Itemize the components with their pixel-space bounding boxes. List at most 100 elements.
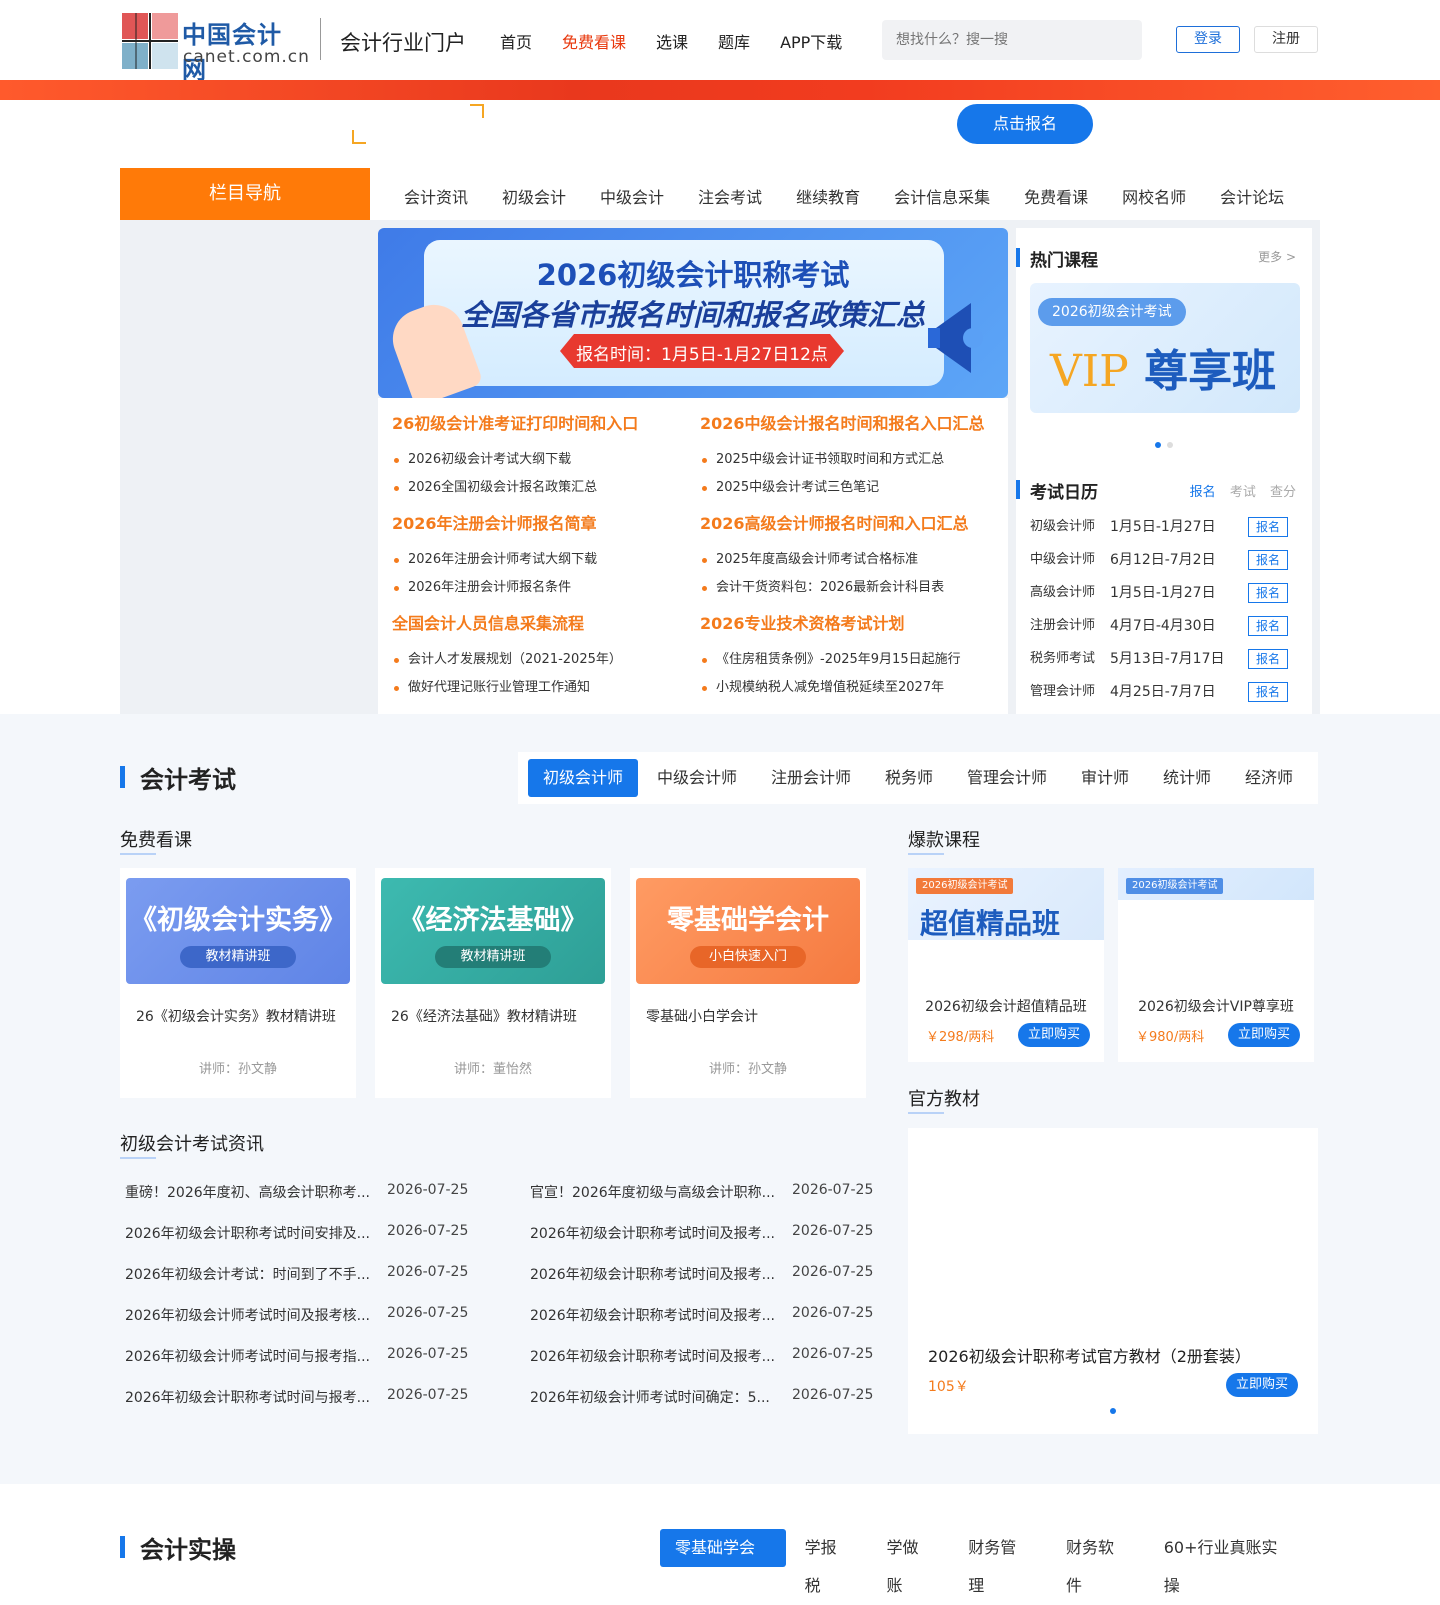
exam-tab[interactable]: 税务师: [870, 759, 948, 797]
carousel-dot[interactable]: [1167, 442, 1173, 448]
exam-news-date: 2026-07-25: [792, 1346, 874, 1362]
calendar-signup-button[interactable]: 报名: [1248, 583, 1288, 603]
buy-now-button[interactable]: 立即购买: [1226, 1373, 1298, 1397]
search-input[interactable]: [882, 20, 1142, 60]
catnav-item[interactable]: 免费看课: [1024, 184, 1088, 208]
news-link[interactable]: 会计干货资料包：2026最新会计科目表: [700, 574, 1000, 602]
official-book-card[interactable]: 2026初级会计职称考试官方教材（2册套装） 105￥ 立即购买: [908, 1128, 1318, 1434]
topnav-app-download[interactable]: APP下载: [780, 29, 842, 53]
calendar-tab-score[interactable]: 查分: [1270, 485, 1296, 500]
exam-tab[interactable]: 管理会计师: [952, 759, 1062, 797]
exam-news-date: 2026-07-25: [387, 1387, 469, 1403]
exam-news-link[interactable]: 2026年初级会计职称考试时间及报考...: [530, 1264, 775, 1284]
news-link[interactable]: 小规模纳税人减免增值税延续至2027年: [700, 674, 1000, 702]
calendar-signup-button[interactable]: 报名: [1248, 550, 1288, 570]
news-link[interactable]: 2026全国初级会计报名政策汇总: [392, 474, 692, 502]
catnav-item[interactable]: 会计论坛: [1220, 184, 1284, 208]
exam-news-date: 2026-07-25: [792, 1264, 874, 1280]
topnav-free-courses[interactable]: 免费看课: [562, 29, 626, 53]
register-button[interactable]: 注册: [1254, 26, 1318, 53]
exam-news-link[interactable]: 2026年初级会计考试：时间到了不手...: [125, 1264, 370, 1284]
calendar-signup-button[interactable]: 报名: [1248, 616, 1288, 636]
news-group-title[interactable]: 26初级会计准考证打印时间和入口: [392, 410, 692, 434]
news-group-title[interactable]: 全国会计人员信息采集流程: [392, 610, 692, 634]
catnav-item[interactable]: 注会考试: [698, 184, 762, 208]
practice-tab[interactable]: 学做账: [871, 1529, 949, 1595]
topnav-question-bank[interactable]: 题库: [718, 29, 750, 53]
topnav-select-course[interactable]: 选课: [656, 29, 688, 53]
news-group-title[interactable]: 2026中级会计报名时间和报名入口汇总: [700, 410, 1000, 434]
calendar-exam-name: 税务师考试: [1030, 651, 1096, 666]
hot-courses-more-link[interactable]: 更多 >: [1258, 248, 1296, 265]
login-button[interactable]: 登录: [1176, 26, 1240, 53]
practice-tab[interactable]: 财务管理: [953, 1529, 1047, 1595]
buy-now-button[interactable]: 立即购买: [1228, 1023, 1300, 1047]
exam-news-link[interactable]: 2026年初级会计职称考试时间安排及...: [125, 1223, 370, 1243]
news-link[interactable]: 2026初级会计考试大纲下载: [392, 446, 692, 474]
practice-tab[interactable]: 60+行业真账实操: [1149, 1529, 1308, 1595]
carousel-dot[interactable]: [1110, 1408, 1116, 1414]
vip-banner-text: VIP 尊享班: [1050, 335, 1276, 399]
exam-tab[interactable]: 注册会计师: [756, 759, 866, 797]
course-card[interactable]: 《经济法基础》 教材精讲班 26《经济法基础》教材精讲班 讲师：董怡然: [375, 868, 611, 1098]
exam-tab[interactable]: 经济师: [1230, 759, 1308, 797]
category-nav-header[interactable]: 栏目导航: [120, 168, 370, 220]
exam-news-link[interactable]: 2026年初级会计职称考试时间及报考...: [530, 1223, 775, 1243]
news-link[interactable]: 《住房租赁条例》-2025年9月15日起施行: [700, 646, 1000, 674]
catnav-item[interactable]: 会计信息采集: [894, 184, 990, 208]
buy-now-button[interactable]: 立即购买: [1018, 1023, 1090, 1047]
catnav-item[interactable]: 继续教育: [796, 184, 860, 208]
topnav-home[interactable]: 首页: [500, 29, 532, 53]
catnav-item[interactable]: 会计资讯: [404, 184, 468, 208]
exam-news-link[interactable]: 2026年初级会计师考试时间确定：5...: [530, 1387, 770, 1407]
news-link[interactable]: 2025中级会计考试三色笔记: [700, 474, 1000, 502]
exam-news-link[interactable]: 2026年初级会计职称考试时间及报考...: [530, 1346, 775, 1366]
course-cover: 《经济法基础》 教材精讲班: [381, 878, 605, 984]
course-card[interactable]: 零基础学会计 小白快速入门 零基础小白学会计 讲师：孙文静: [630, 868, 866, 1098]
signup-cta-button[interactable]: 点击报名: [957, 104, 1093, 144]
news-link[interactable]: 会计人才发展规划（2021-2025年）: [392, 646, 692, 674]
news-group-title[interactable]: 2026专业技术资格考试计划: [700, 610, 1000, 634]
exam-tab[interactable]: 审计师: [1066, 759, 1144, 797]
exam-tab[interactable]: 统计师: [1148, 759, 1226, 797]
carousel-dot[interactable]: [1155, 442, 1161, 448]
exam-news-link[interactable]: 官宣！2026年度初级与高级会计职称...: [530, 1182, 775, 1202]
vip-course-banner[interactable]: 2026初级会计考试 VIP 尊享班: [1030, 283, 1300, 413]
exam-news-link[interactable]: 2026年初级会计师考试时间与报考指...: [125, 1346, 370, 1366]
catnav-item[interactable]: 初级会计: [502, 184, 566, 208]
exam-tab[interactable]: 中级会计师: [642, 759, 752, 797]
site-logo[interactable]: 中国会计网 canet.com.cn: [122, 13, 309, 84]
news-link[interactable]: 2025中级会计证书领取时间和方式汇总: [700, 446, 1000, 474]
calendar-tab-signup[interactable]: 报名: [1190, 485, 1216, 500]
news-link[interactable]: 2025年度高级会计师考试合格标准: [700, 546, 1000, 574]
hot-course-name: 2026初级会计VIP尊享班: [1138, 999, 1294, 1015]
exam-tab[interactable]: 初级会计师: [528, 759, 638, 797]
exam-news-date: 2026-07-25: [387, 1264, 469, 1280]
exam-news-link[interactable]: 重磅！2026年度初、高级会计职称考...: [125, 1182, 370, 1202]
hot-course-card[interactable]: 2026初级会计考试 2026初级会计VIP尊享班 ￥980/两科 立即购买: [1118, 868, 1314, 1062]
calendar-date: 4月25日-7月7日: [1110, 684, 1216, 700]
carousel-dots: [908, 1408, 1318, 1414]
exam-news-link[interactable]: 2026年初级会计师考试时间及报考核...: [125, 1305, 370, 1325]
exam-news-link[interactable]: 2026年初级会计职称考试时间与报考...: [125, 1387, 370, 1407]
calendar-date: 6月12日-7月2日: [1110, 552, 1216, 568]
news-link[interactable]: 2026年注册会计师考试大纲下载: [392, 546, 692, 574]
catnav-item[interactable]: 网校名师: [1122, 184, 1186, 208]
catnav-item[interactable]: 中级会计: [600, 184, 664, 208]
course-card[interactable]: 《初级会计实务》 教材精讲班 26《初级会计实务》教材精讲班 讲师：孙文静: [120, 868, 356, 1098]
news-block: 26初级会计准考证打印时间和入口 2026初级会计考试大纲下载 2026全国初级…: [378, 398, 1008, 714]
news-group-title[interactable]: 2026高级会计师报名时间和入口汇总: [700, 510, 1000, 534]
exam-news-link[interactable]: 2026年初级会计职称考试时间及报考...: [530, 1305, 775, 1325]
news-group-title[interactable]: 2026年注册会计师报名简章: [392, 510, 692, 534]
practice-tab[interactable]: 零基础学会计: [660, 1529, 786, 1595]
practice-tab[interactable]: 学报税: [790, 1529, 868, 1595]
calendar-signup-button[interactable]: 报名: [1248, 517, 1288, 537]
news-link[interactable]: 做好代理记账行业管理工作通知: [392, 674, 692, 702]
hot-course-card[interactable]: 2026初级会计考试 超值精品班 2026初级会计超值精品班 ￥298/两科 立…: [908, 868, 1104, 1062]
hero-banner[interactable]: 2026初级会计职称考试 全国各省市报名时间和报名政策汇总 报名时间：1月5日-…: [378, 228, 1008, 398]
calendar-signup-button[interactable]: 报名: [1248, 682, 1288, 702]
calendar-signup-button[interactable]: 报名: [1248, 649, 1288, 669]
practice-tab[interactable]: 财务软件: [1051, 1529, 1145, 1595]
news-link[interactable]: 2026年注册会计师报名条件: [392, 574, 692, 602]
calendar-tab-exam[interactable]: 考试: [1230, 485, 1256, 500]
